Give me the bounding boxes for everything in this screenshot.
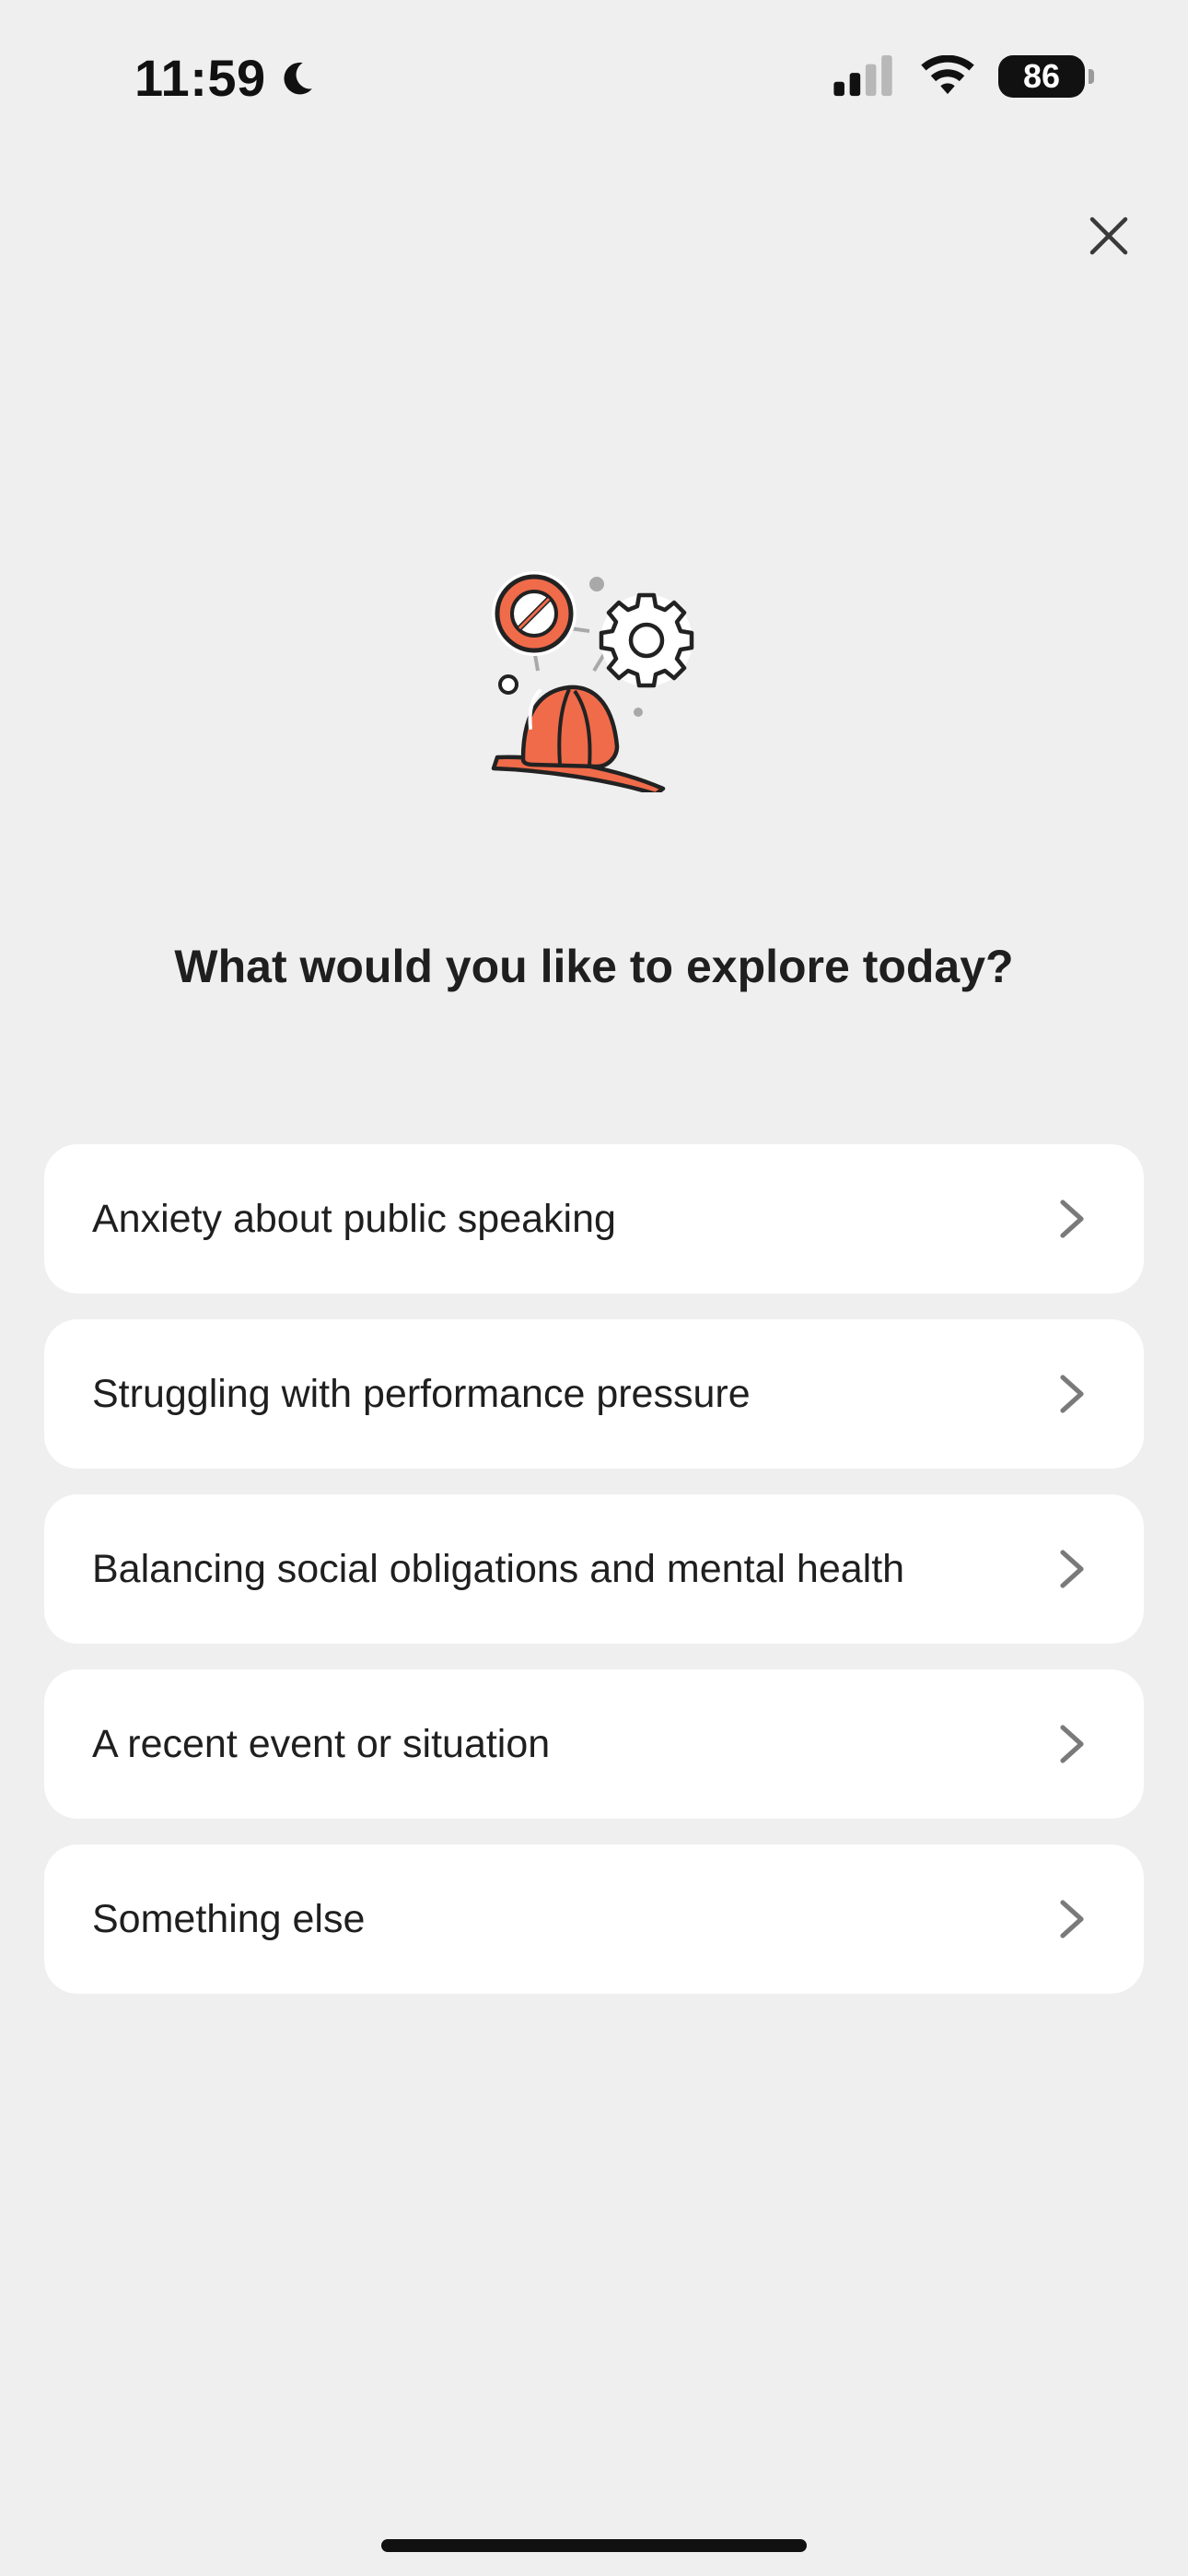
status-bar-indicators: 86 [831,55,1094,98]
option-recent-event[interactable]: A recent event or situation [44,1669,1144,1819]
option-label: Something else [92,1896,366,1941]
topic-options-list: Anxiety about public speaking Struggling… [44,1144,1144,1994]
option-public-speaking[interactable]: Anxiety about public speaking [44,1144,1144,1294]
option-performance-pressure[interactable]: Struggling with performance pressure [44,1319,1144,1469]
chevron-right-icon [1060,1550,1084,1588]
chevron-right-icon [1060,1200,1084,1238]
close-icon [1089,217,1128,255]
cellular-signal-icon [833,55,892,97]
time-text: 11:59 [134,49,266,107]
moon-icon [284,62,312,94]
option-label: Struggling with performance pressure [92,1371,751,1416]
battery-level: 86 [1022,57,1061,95]
page-title: What would you like to explore today? [174,941,1014,992]
chevron-right-icon [1060,1375,1084,1413]
wifi-icon [921,55,974,95]
option-label: Balancing social obligations and mental … [92,1546,905,1591]
close-button[interactable] [1077,205,1140,267]
home-indicator[interactable] [381,2539,807,2552]
status-bar-time: 11:59 [134,48,318,108]
option-label: A recent event or situation [92,1721,551,1766]
option-something-else[interactable]: Something else [44,1844,1144,1994]
chevron-right-icon [1060,1725,1084,1763]
chevron-right-icon [1060,1900,1084,1938]
option-label: Anxiety about public speaking [92,1196,616,1241]
battery-indicator: 86 [998,55,1094,98]
option-social-obligations[interactable]: Balancing social obligations and mental … [44,1494,1144,1644]
firefighter-helmet-gear-prohibited-illustration [491,571,694,792]
